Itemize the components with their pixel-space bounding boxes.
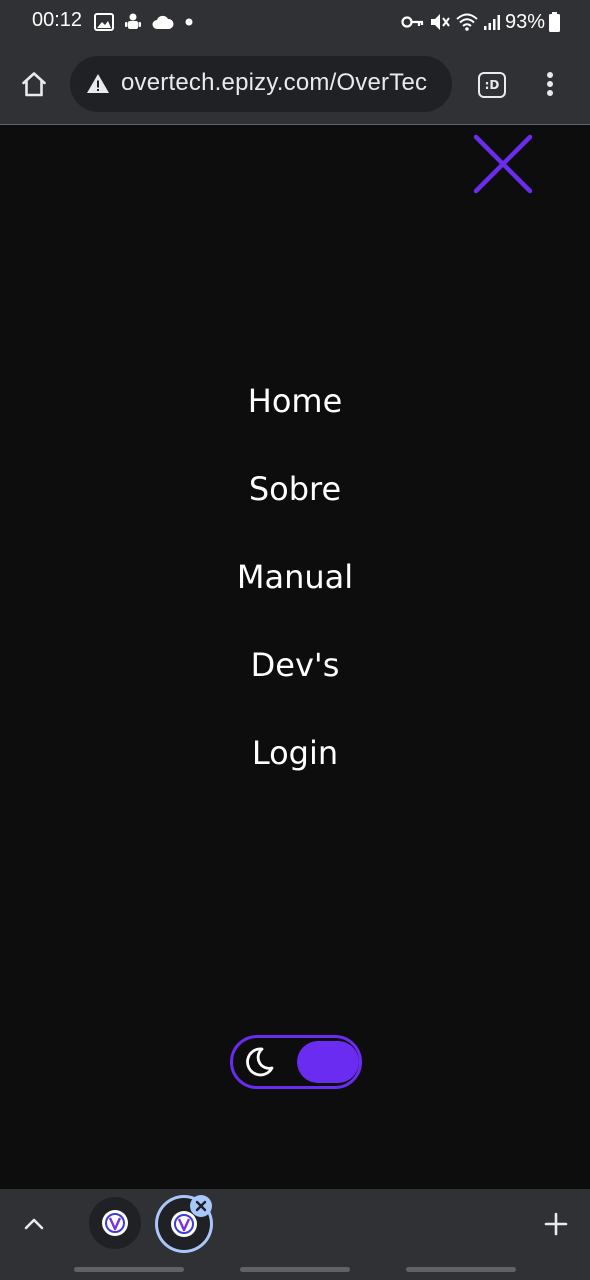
web-page: Home Sobre Manual Dev's Login	[0, 125, 590, 1189]
tab-strip	[0, 1189, 590, 1280]
cloud-icon	[152, 15, 174, 29]
url-text[interactable]: overtech.epizy.com/OverTec	[121, 69, 427, 97]
wifi-icon	[456, 13, 478, 31]
extension-button[interactable]: :D	[472, 65, 512, 105]
close-menu-button[interactable]	[470, 131, 536, 197]
browser-menu-button[interactable]	[530, 64, 570, 104]
overtech-logo-icon	[105, 1213, 125, 1233]
nav-item-manual[interactable]: Manual	[0, 557, 590, 597]
tab-thumbnail[interactable]	[89, 1197, 141, 1249]
warning-triangle-icon[interactable]	[86, 72, 110, 96]
android-notification-icon	[125, 13, 141, 29]
status-system-icons: 93%	[401, 9, 560, 35]
status-bar: 00:12 93%	[0, 0, 590, 44]
overtech-logo-icon	[174, 1214, 194, 1234]
new-tab-button[interactable]	[536, 1204, 576, 1244]
plus-icon	[544, 1212, 568, 1236]
status-notification-icons	[94, 11, 194, 33]
close-icon	[473, 134, 533, 194]
home-button[interactable]	[14, 64, 54, 104]
close-tab-button[interactable]	[190, 1195, 212, 1217]
moon-icon	[246, 1047, 274, 1077]
mute-icon	[430, 14, 450, 30]
battery-icon	[549, 12, 560, 32]
nav-gesture-bar	[406, 1267, 516, 1272]
site-favicon	[102, 1210, 128, 1236]
chevron-up-icon	[24, 1218, 44, 1230]
nav-item-home[interactable]: Home	[0, 381, 590, 421]
expand-tabs-button[interactable]	[14, 1204, 54, 1244]
nav-item-login[interactable]: Login	[0, 733, 590, 773]
theme-toggle[interactable]	[230, 1035, 362, 1089]
battery-percentage: 93%	[504, 10, 545, 33]
nav-item-devs[interactable]: Dev's	[0, 645, 590, 685]
key-icon	[401, 16, 424, 28]
site-favicon	[171, 1211, 197, 1237]
browser-toolbar: overtech.epizy.com/OverTec :D	[0, 44, 590, 125]
gallery-icon	[94, 13, 114, 31]
close-icon	[195, 1200, 207, 1212]
signal-icon	[483, 15, 500, 30]
nav-gesture-bar	[74, 1267, 184, 1272]
nav-gesture-bar	[240, 1267, 350, 1272]
nav-menu: Home Sobre Manual Dev's Login	[0, 375, 590, 820]
extension-icon: :D	[478, 72, 506, 98]
url-bar[interactable]: overtech.epizy.com/OverTec	[70, 56, 452, 112]
more-vert-icon	[547, 72, 553, 96]
nav-item-sobre[interactable]: Sobre	[0, 469, 590, 509]
home-icon	[22, 72, 46, 97]
dot-icon	[185, 18, 193, 26]
toggle-knob[interactable]	[297, 1041, 359, 1083]
phone-screen: 00:12 93% overtech.epizy.com/OverTec:D …	[0, 0, 590, 1280]
status-time: 00:12	[32, 9, 83, 31]
